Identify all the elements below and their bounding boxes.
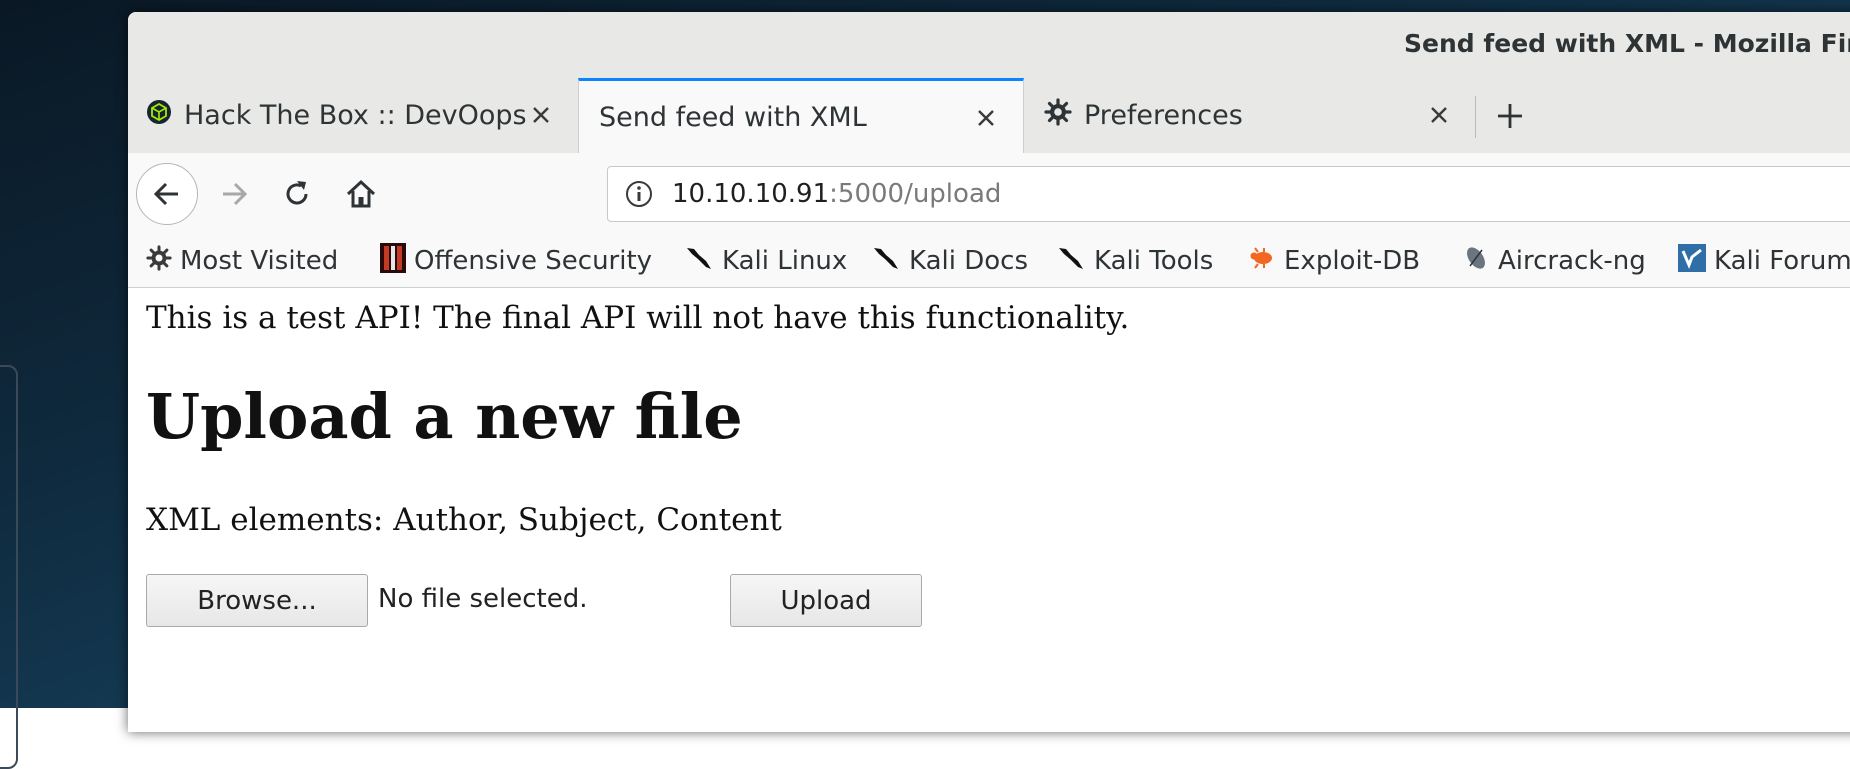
tab-preferences[interactable]: Preferences <box>1024 78 1476 153</box>
reload-icon[interactable] <box>278 175 316 213</box>
test-api-notice: This is a test API! The final API will n… <box>146 300 1130 336</box>
bookmark-label: Kali Docs <box>909 246 1029 276</box>
back-arrow-icon[interactable] <box>136 163 198 225</box>
url-bar[interactable]: 10.10.10.91:5000/upload <box>607 166 1850 222</box>
close-tab-icon[interactable] <box>528 102 554 128</box>
bookmark-aircrack-ng[interactable]: Aircrack-ng <box>1462 243 1646 279</box>
bookmark-kali-forums[interactable]: Kali Forums <box>1678 243 1850 279</box>
desktop-panel-edge <box>0 365 18 769</box>
offsec-icon <box>380 242 414 280</box>
title-bar: Send feed with XML - Mozilla Firefox <box>128 12 1850 78</box>
bookmark-label: Offensive Security <box>414 246 653 276</box>
site-info-icon[interactable] <box>624 179 654 209</box>
tab-separator <box>1475 96 1476 138</box>
bookmarks-toolbar: Most Visited Offensive Security Kali Lin… <box>128 235 1850 288</box>
bookmark-label: Kali Linux <box>722 246 848 276</box>
new-tab-plus-icon[interactable] <box>1492 98 1528 134</box>
bookmark-label: Kali Tools <box>1094 246 1214 276</box>
browser-window: Send feed with XML - Mozilla Firefox Hac… <box>128 12 1850 732</box>
bookmark-most-visited[interactable]: Most Visited <box>146 243 338 279</box>
bookmark-kali-tools[interactable]: Kali Tools <box>1056 243 1213 279</box>
bookmark-offensive-security[interactable]: Offensive Security <box>380 242 653 280</box>
tab-label: Hack The Box :: DevOops <box>184 100 527 131</box>
htb-cube-icon <box>146 99 172 132</box>
bookmark-kali-linux[interactable]: Kali Linux <box>684 243 847 279</box>
bookmark-label: Kali Forums <box>1714 246 1850 276</box>
upload-button[interactable]: Upload <box>730 574 922 627</box>
close-tab-icon[interactable] <box>973 105 999 131</box>
window-title: Send feed with XML - Mozilla Firefox <box>1404 29 1850 58</box>
xml-elements-text: XML elements: Author, Subject, Content <box>146 502 782 538</box>
page-content: This is a test API! The final API will n… <box>128 288 1850 732</box>
kali-dragon-icon <box>684 243 722 280</box>
bookmark-label: Exploit-DB <box>1284 246 1421 276</box>
tab-send-feed[interactable]: Send feed with XML <box>578 78 1024 153</box>
close-tab-icon[interactable] <box>1426 102 1452 128</box>
aircrack-icon <box>1462 244 1498 279</box>
bookmark-kali-docs[interactable]: Kali Docs <box>871 243 1028 279</box>
tab-hack-the-box[interactable]: Hack The Box :: DevOops <box>128 78 578 153</box>
url-text[interactable]: 10.10.10.91:5000/upload <box>672 179 1001 209</box>
forward-arrow-icon[interactable] <box>215 175 253 213</box>
gear-icon <box>1044 98 1072 133</box>
page-heading: Upload a new file <box>146 380 743 453</box>
tab-label: Send feed with XML <box>599 101 867 133</box>
file-status-text: No file selected. <box>378 584 588 614</box>
navigation-toolbar: 10.10.10.91:5000/upload <box>128 153 1850 235</box>
tab-bar: Hack The Box :: DevOops Send feed with X… <box>128 78 1850 154</box>
bookmark-label: Aircrack-ng <box>1498 246 1646 276</box>
browse-button[interactable]: Browse... <box>146 574 368 627</box>
url-port-path: :5000/upload <box>829 179 1002 209</box>
exploitdb-bug-icon <box>1248 244 1284 279</box>
kali-dragon-icon <box>871 243 909 280</box>
tab-label: Preferences <box>1084 100 1243 131</box>
home-icon[interactable] <box>342 175 380 213</box>
kali-dragon-icon <box>1056 243 1094 280</box>
bookmark-exploit-db[interactable]: Exploit-DB <box>1248 243 1420 279</box>
url-host: 10.10.10.91 <box>672 179 830 209</box>
kali-forums-icon <box>1678 243 1714 279</box>
bookmark-label: Most Visited <box>180 246 339 276</box>
gear-icon <box>146 244 180 278</box>
